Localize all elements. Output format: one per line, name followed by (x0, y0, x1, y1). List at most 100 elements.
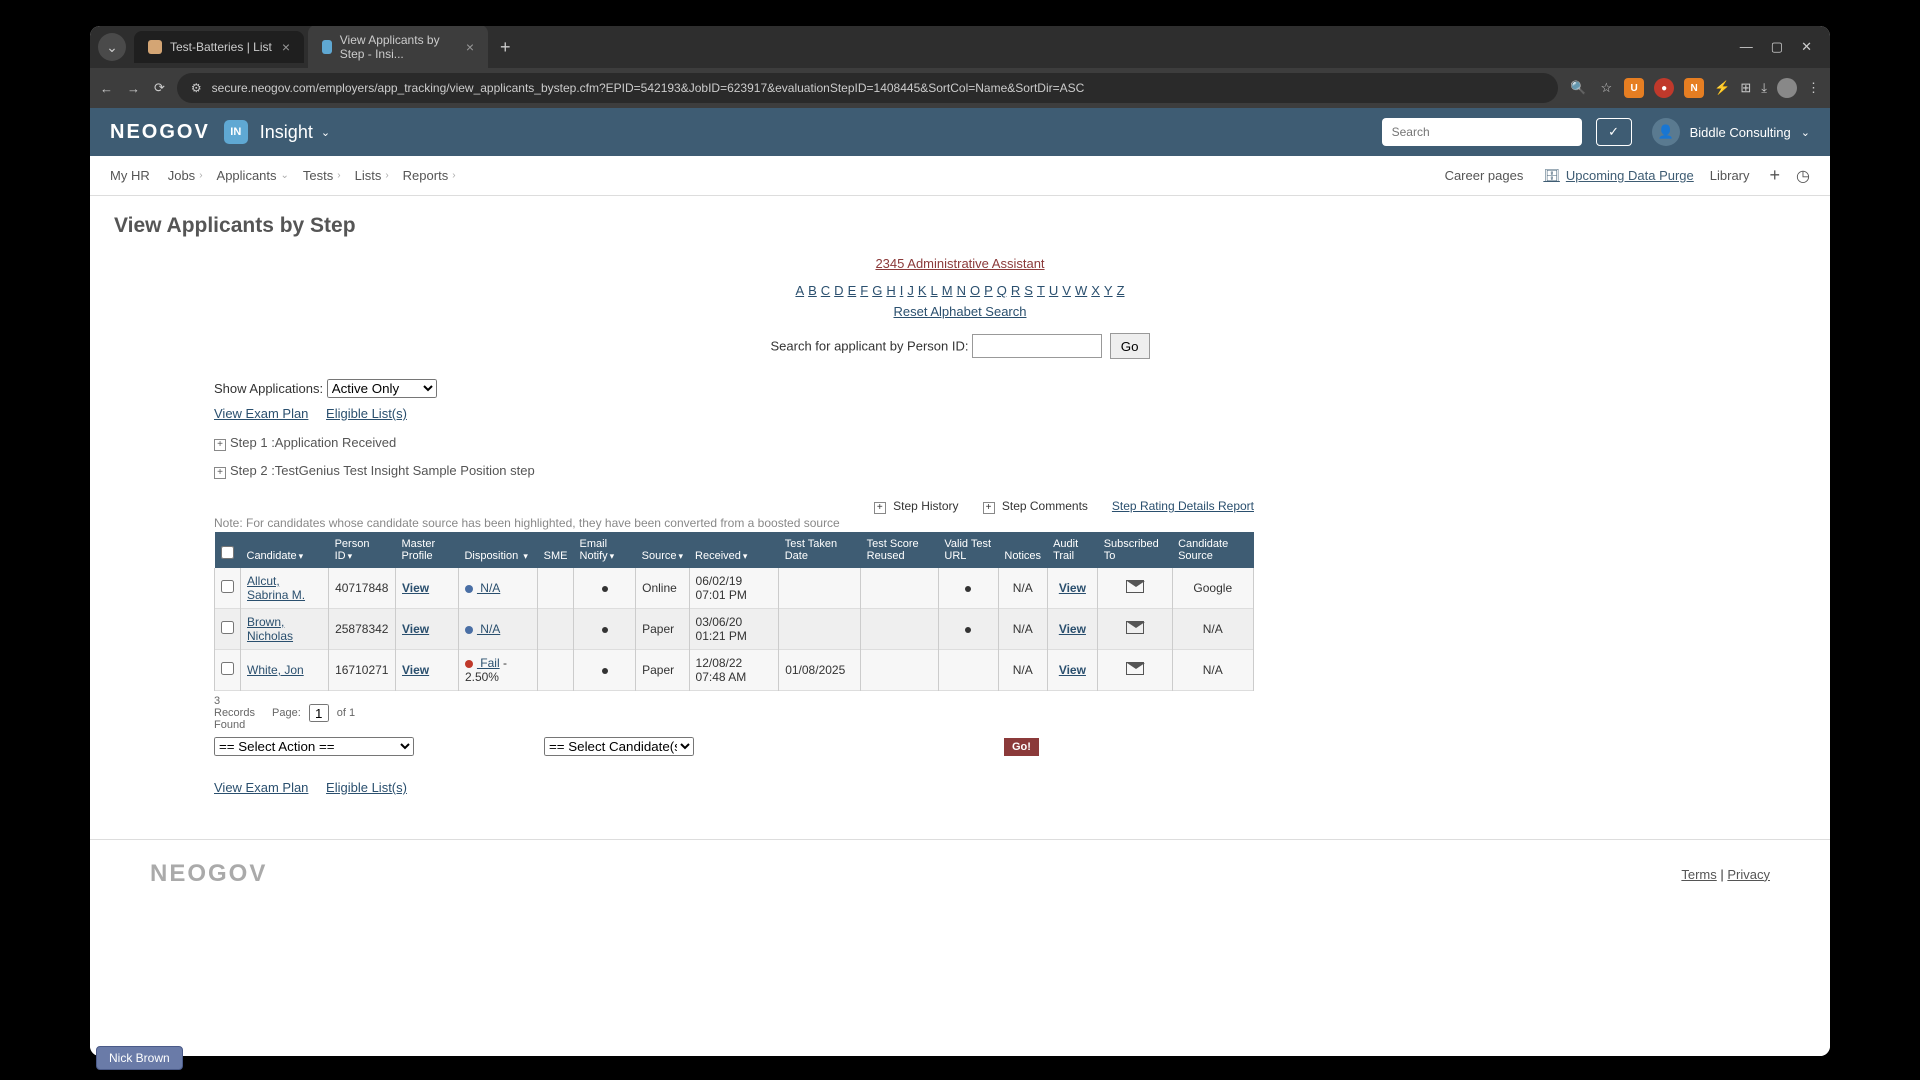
nav-career-pages[interactable]: Career pages (1445, 168, 1524, 183)
mail-icon[interactable] (1126, 662, 1144, 675)
nav-jobs[interactable]: Jobs (168, 168, 195, 183)
nav-tests[interactable]: Tests (303, 168, 333, 183)
mail-icon[interactable] (1126, 621, 1144, 634)
terms-link[interactable]: Terms (1681, 867, 1716, 882)
history-icon[interactable]: ◷ (1796, 166, 1810, 186)
alpha-letter-D[interactable]: D (834, 283, 843, 298)
bookmark-icon[interactable]: ☆ (1601, 80, 1613, 96)
show-apps-select[interactable]: Active Only (327, 379, 437, 398)
close-icon[interactable]: × (466, 39, 474, 55)
extensions-menu-icon[interactable]: ⊞ (1740, 80, 1751, 96)
alpha-letter-M[interactable]: M (942, 283, 953, 298)
browser-tab-2[interactable]: View Applicants by Step - Insi... × (308, 26, 488, 69)
action-go-button[interactable]: Go! (1004, 738, 1039, 756)
user-menu[interactable]: 👤 Biddle Consulting ⌄ (1652, 118, 1810, 146)
step-history-link[interactable]: + Step History (874, 499, 959, 514)
step-comments-link[interactable]: + Step Comments (983, 499, 1088, 514)
tasks-icon[interactable]: ✓ (1596, 118, 1632, 146)
alpha-letter-O[interactable]: O (970, 283, 980, 298)
profile-avatar-icon[interactable] (1777, 78, 1797, 98)
global-search[interactable] (1382, 118, 1582, 146)
audit-trail-link[interactable]: View (1059, 581, 1086, 595)
row-checkbox[interactable] (221, 580, 234, 593)
back-icon[interactable]: ← (100, 81, 113, 96)
alpha-letter-H[interactable]: H (886, 283, 895, 298)
alpha-letter-R[interactable]: R (1011, 283, 1020, 298)
nav-library[interactable]: Library (1710, 168, 1750, 183)
alpha-letter-J[interactable]: J (907, 283, 914, 298)
alpha-letter-Q[interactable]: Q (997, 283, 1007, 298)
close-window-icon[interactable]: ✕ (1801, 39, 1812, 55)
extension-icon[interactable]: U (1624, 78, 1644, 98)
eligible-lists-link-bottom[interactable]: Eligible List(s) (326, 780, 407, 795)
col-source[interactable]: Source▾ (636, 532, 689, 568)
alpha-letter-G[interactable]: G (872, 283, 882, 298)
nav-reports[interactable]: Reports (403, 168, 449, 183)
maximize-icon[interactable]: ▢ (1771, 39, 1783, 55)
alpha-letter-X[interactable]: X (1091, 283, 1100, 298)
alpha-letter-S[interactable]: S (1024, 283, 1033, 298)
go-button[interactable]: Go (1110, 333, 1150, 359)
audit-trail-link[interactable]: View (1059, 663, 1086, 677)
minimize-icon[interactable]: — (1740, 39, 1753, 55)
zoom-icon[interactable]: 🔍 (1570, 80, 1586, 96)
col-candidate[interactable]: Candidate▾ (241, 532, 329, 568)
nav-myhr[interactable]: My HR (110, 168, 150, 183)
job-link[interactable]: 2345 Administrative Assistant (875, 256, 1044, 271)
privacy-link[interactable]: Privacy (1727, 867, 1770, 882)
mail-icon[interactable] (1126, 580, 1144, 593)
reload-icon[interactable]: ⟳ (154, 80, 165, 96)
person-id-input[interactable] (972, 334, 1102, 358)
add-icon[interactable]: + (1770, 165, 1781, 186)
master-profile-link[interactable]: View (402, 581, 429, 595)
alpha-letter-I[interactable]: I (900, 283, 904, 298)
audit-trail-link[interactable]: View (1059, 622, 1086, 636)
extension-icon[interactable]: ⚡ (1714, 80, 1730, 96)
step-rating-link[interactable]: Step Rating Details Report (1112, 499, 1254, 514)
alpha-letter-Z[interactable]: Z (1117, 283, 1125, 298)
candidate-name-link[interactable]: Brown, Nicholas (247, 615, 293, 643)
alpha-letter-E[interactable]: E (848, 283, 857, 298)
select-all-checkbox[interactable] (221, 546, 234, 559)
url-input[interactable]: ⚙ secure.neogov.com/employers/app_tracki… (177, 73, 1558, 103)
alpha-letter-F[interactable]: F (860, 283, 868, 298)
product-switcher[interactable]: Insight ⌄ (260, 122, 330, 143)
eligible-lists-link[interactable]: Eligible List(s) (326, 406, 407, 421)
browser-tab-1[interactable]: Test-Batteries | List × (134, 31, 304, 63)
reset-alphabet-link[interactable]: Reset Alphabet Search (114, 304, 1806, 319)
alpha-letter-C[interactable]: C (821, 283, 830, 298)
alpha-letter-T[interactable]: T (1037, 283, 1045, 298)
new-tab-button[interactable]: + (500, 37, 511, 58)
alpha-letter-V[interactable]: V (1062, 283, 1071, 298)
browser-menu-icon[interactable]: ⋮ (1807, 80, 1820, 96)
nav-data-purge[interactable]: 🗄 Upcoming Data Purge (1543, 168, 1693, 184)
extension-icon[interactable]: N (1684, 78, 1704, 98)
row-checkbox[interactable] (221, 621, 234, 634)
close-icon[interactable]: × (282, 39, 290, 55)
col-email-notify[interactable]: Email Notify▾ (574, 532, 636, 568)
alpha-letter-A[interactable]: A (795, 283, 804, 298)
master-profile-link[interactable]: View (402, 663, 429, 677)
page-input[interactable] (309, 704, 329, 722)
select-action[interactable]: == Select Action == (214, 737, 414, 756)
col-disposition[interactable]: Disposition ▾ (458, 532, 537, 568)
nav-applicants[interactable]: Applicants (217, 168, 277, 183)
select-candidates[interactable]: == Select Candidate(s) == (544, 737, 694, 756)
forward-icon[interactable]: → (127, 81, 140, 96)
alpha-letter-U[interactable]: U (1049, 283, 1058, 298)
alpha-letter-W[interactable]: W (1075, 283, 1087, 298)
col-received[interactable]: Received▾ (689, 532, 779, 568)
view-exam-plan-link[interactable]: View Exam Plan (214, 406, 308, 421)
download-icon[interactable]: ⤓ (1761, 80, 1767, 96)
step-1[interactable]: +Step 1 :Application Received (214, 435, 1806, 451)
search-input[interactable] (1382, 118, 1582, 146)
alpha-letter-Y[interactable]: Y (1104, 283, 1113, 298)
alpha-letter-N[interactable]: N (957, 283, 966, 298)
site-settings-icon[interactable]: ⚙ (191, 81, 202, 95)
nav-lists[interactable]: Lists (355, 168, 382, 183)
expand-icon[interactable]: + (214, 439, 226, 451)
alpha-letter-K[interactable]: K (918, 283, 927, 298)
master-profile-link[interactable]: View (402, 622, 429, 636)
candidate-name-link[interactable]: Allcut, Sabrina M. (247, 574, 305, 602)
extension-icon[interactable]: ● (1654, 78, 1674, 98)
